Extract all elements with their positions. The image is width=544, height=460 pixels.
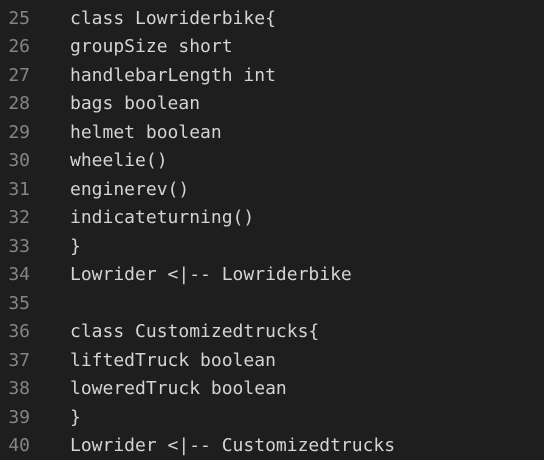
- line-number: 31: [8, 178, 30, 200]
- code-text[interactable]: liftedTruck boolean: [70, 350, 544, 371]
- line-number: 29: [8, 121, 30, 143]
- code-text[interactable]: handlebarLength int: [70, 65, 544, 86]
- code-line[interactable]: 28 bags boolean: [0, 90, 544, 119]
- code-line[interactable]: 37 liftedTruck boolean: [0, 346, 544, 375]
- line-number: 25: [8, 7, 30, 29]
- code-line[interactable]: 25 class Lowriderbike{: [0, 4, 544, 33]
- code-text[interactable]: Lowrider <|-- Lowriderbike: [70, 264, 544, 285]
- code-line[interactable]: 33 }: [0, 232, 544, 261]
- line-number: 37: [8, 349, 30, 371]
- line-number: 33: [8, 235, 30, 257]
- line-number: 36: [8, 321, 30, 343]
- code-line[interactable]: 31 enginerev(): [0, 175, 544, 204]
- code-line[interactable]: 32 indicateturning(): [0, 204, 544, 233]
- code-text[interactable]: indicateturning(): [70, 207, 544, 228]
- code-text[interactable]: groupSize short: [70, 36, 544, 57]
- code-line[interactable]: 26 groupSize short: [0, 33, 544, 62]
- code-text[interactable]: class Customizedtrucks{: [70, 321, 544, 342]
- code-text[interactable]: helmet boolean: [70, 122, 544, 143]
- code-editor[interactable]: 25 class Lowriderbike{ 26 groupSize shor…: [0, 0, 544, 460]
- line-number: 35: [8, 292, 30, 314]
- code-text[interactable]: enginerev(): [70, 179, 544, 200]
- line-number: 32: [8, 207, 30, 229]
- code-text[interactable]: Lowrider <|-- Customizedtrucks: [70, 435, 544, 456]
- code-text[interactable]: }: [70, 407, 544, 428]
- line-number: 28: [8, 93, 30, 115]
- line-number: 40: [8, 435, 30, 457]
- code-text[interactable]: wheelie(): [70, 150, 544, 171]
- line-number: 38: [8, 378, 30, 400]
- code-line[interactable]: 27 handlebarLength int: [0, 61, 544, 90]
- code-line[interactable]: 30 wheelie(): [0, 147, 544, 176]
- line-number: 26: [8, 36, 30, 58]
- line-number: 34: [8, 264, 30, 286]
- code-text[interactable]: loweredTruck boolean: [70, 378, 544, 399]
- code-text[interactable]: bags boolean: [70, 93, 544, 114]
- code-line[interactable]: 34 Lowrider <|-- Lowriderbike: [0, 261, 544, 290]
- line-number: 39: [8, 406, 30, 428]
- code-line[interactable]: 29 helmet boolean: [0, 118, 544, 147]
- code-text[interactable]: }: [70, 236, 544, 257]
- code-text[interactable]: class Lowriderbike{: [70, 8, 544, 29]
- code-line[interactable]: 36 class Customizedtrucks{: [0, 318, 544, 347]
- code-line[interactable]: 35: [0, 289, 544, 318]
- line-number: 30: [8, 150, 30, 172]
- code-line[interactable]: 40 Lowrider <|-- Customizedtrucks: [0, 432, 544, 460]
- code-line[interactable]: 39 }: [0, 403, 544, 432]
- code-line[interactable]: 38 loweredTruck boolean: [0, 375, 544, 404]
- line-number: 27: [8, 64, 30, 86]
